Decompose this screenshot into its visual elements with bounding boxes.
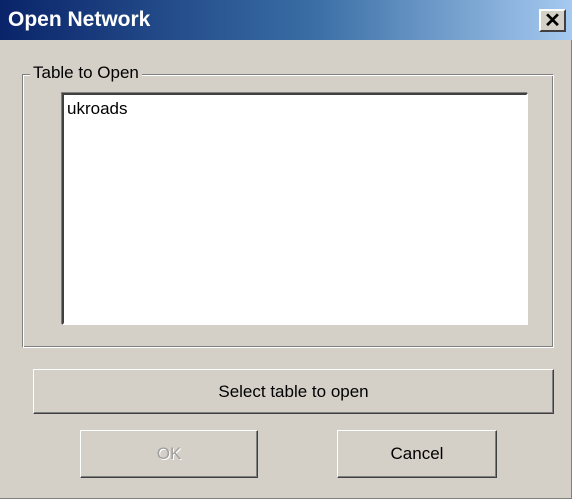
title-bar[interactable]: Open Network ✕ (0, 0, 572, 40)
group-label: Table to Open (30, 62, 142, 84)
dialog-title: Open Network (8, 8, 151, 31)
select-table-button[interactable]: Select table to open (33, 369, 554, 414)
close-icon: ✕ (544, 9, 561, 32)
list-item[interactable]: ukroads (64, 95, 526, 123)
ok-button[interactable]: OK (80, 430, 258, 478)
close-button[interactable]: ✕ (539, 9, 566, 32)
cancel-button[interactable]: Cancel (337, 430, 497, 478)
table-listbox[interactable]: ukroads (62, 93, 528, 325)
open-network-dialog: Open Network ✕ Table to Open ukroads Sel… (0, 0, 572, 499)
